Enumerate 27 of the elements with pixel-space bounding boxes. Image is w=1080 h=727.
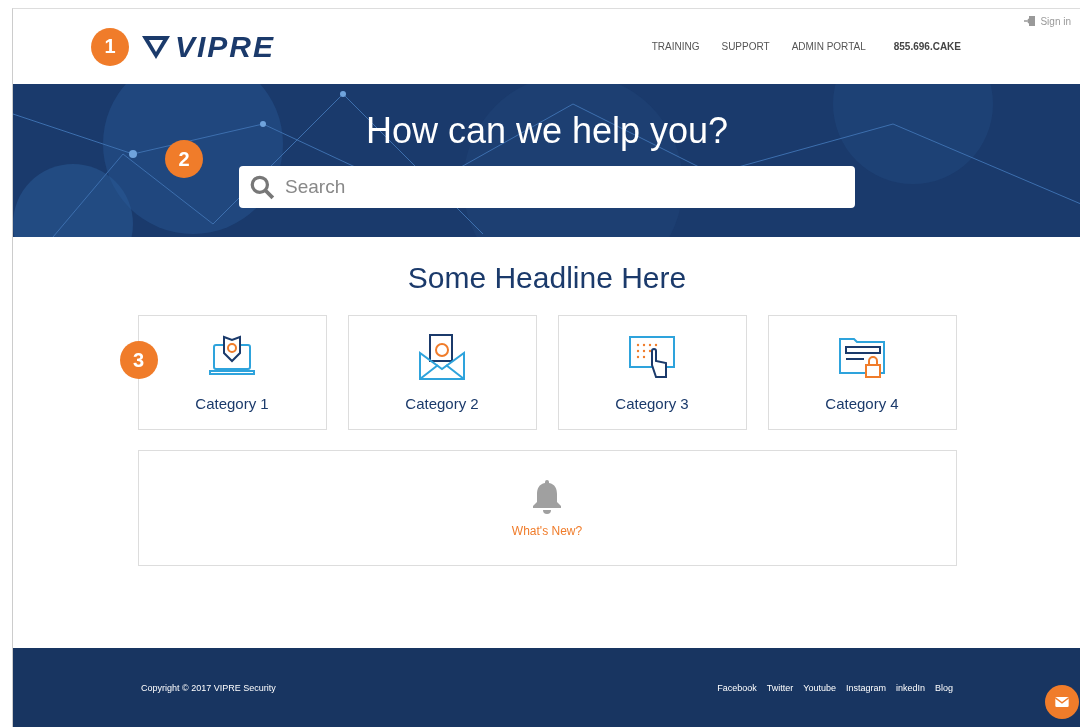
banner-title: How can we help you? — [365, 110, 729, 152]
hand-touch-icon — [628, 333, 676, 381]
mail-button[interactable] — [1045, 685, 1079, 719]
envelope-icon — [1055, 697, 1069, 707]
footer-link[interactable]: Instagram — [845, 683, 886, 693]
logo-text: VIPRE — [175, 29, 276, 64]
footer-link[interactable]: Blog — [935, 683, 953, 693]
nav-link[interactable]: ADMIN PORTAL — [791, 41, 866, 52]
footer-link[interactable]: Facebook — [717, 683, 757, 693]
nav-link[interactable]: TRAINING — [651, 41, 700, 52]
nav-link[interactable]: SUPPORT — [721, 41, 770, 52]
search-field[interactable]: Search — [239, 166, 855, 208]
copyright-text: Copyright © 2017 VIPRE Security — [141, 683, 276, 693]
category-card[interactable]: Category 4 — [767, 315, 957, 430]
headline: Some Headline Here — [407, 261, 687, 295]
footer-link[interactable]: Twitter — [766, 683, 794, 693]
step-marker: 1 — [91, 27, 129, 66]
envelope-icon — [418, 333, 466, 381]
footer-link[interactable]: inkedIn — [895, 683, 925, 693]
step-marker: 3 — [119, 341, 158, 379]
sign-in-icon — [1024, 15, 1037, 27]
search-icon — [249, 174, 275, 200]
category-card[interactable]: Category 2 — [347, 315, 537, 430]
phone-link[interactable]: 855.696.CAKE — [893, 41, 961, 52]
footer-link[interactable]: Youtube — [803, 683, 836, 693]
bell-icon — [531, 478, 563, 514]
category-card[interactable]: Category 3 — [557, 315, 747, 430]
